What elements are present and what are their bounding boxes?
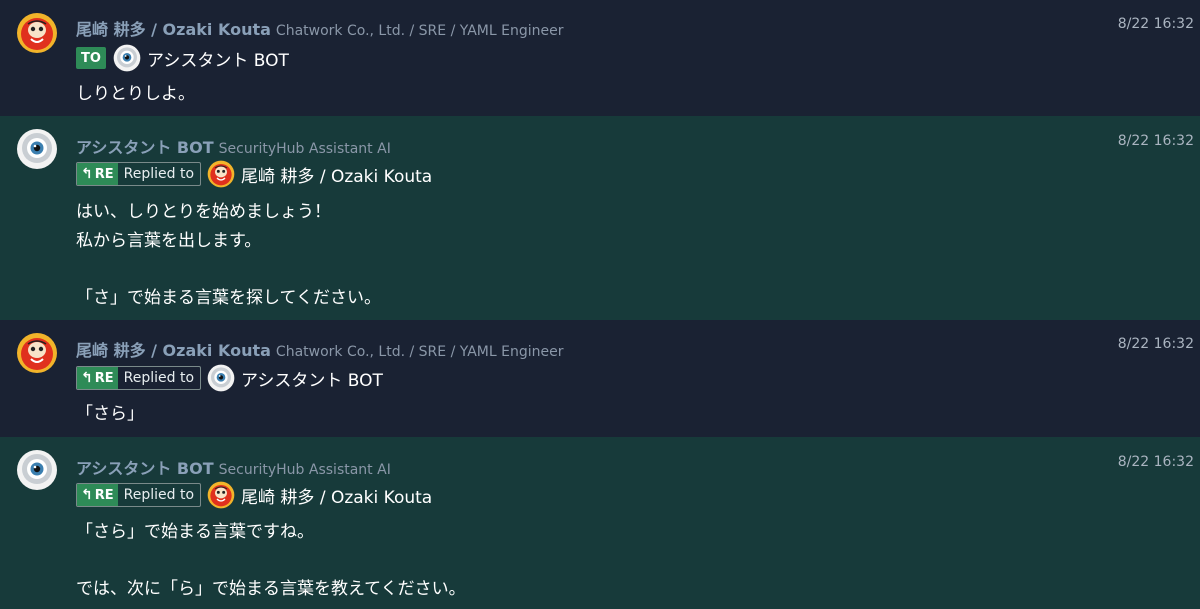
- message-header: アシスタント BOT SecurityHub Assistant AI: [76, 134, 391, 158]
- message-text: 「さら」: [76, 404, 144, 424]
- reply-arrow-icon: ↰: [81, 370, 93, 386]
- timestamp: 8/22 16:32: [1117, 454, 1194, 470]
- message-row: アシスタント BOT SecurityHub Assistant AI 8/22 …: [0, 437, 1200, 609]
- message-text: はい、しりとりを始めましょう！: [76, 202, 331, 222]
- sender-name[interactable]: 尾崎 耕多 / Ozaki Kouta: [76, 341, 271, 360]
- daruma-avatar-icon: [207, 481, 235, 509]
- daruma-avatar-icon[interactable]: [16, 12, 58, 54]
- sender-org: SecurityHub Assistant AI: [218, 141, 391, 157]
- message-row: アシスタント BOT SecurityHub Assistant AI 8/22 …: [0, 116, 1200, 320]
- reply-arrow-icon: ↰: [81, 487, 93, 503]
- to-badge[interactable]: TO: [76, 47, 106, 69]
- reply-target[interactable]: 尾崎 耕多 / Ozaki Kouta: [241, 483, 432, 508]
- re-tag: ↰ RE: [77, 484, 118, 506]
- to-target[interactable]: アシスタント BOT: [147, 46, 289, 71]
- to-line: TO アシスタント BOT: [76, 44, 289, 72]
- message-row: 尾崎 耕多 / Ozaki Kouta Chatwork Co., Ltd. / …: [0, 0, 1200, 116]
- sender-name[interactable]: 尾崎 耕多 / Ozaki Kouta: [76, 20, 271, 39]
- sender-name[interactable]: アシスタント BOT: [76, 459, 214, 478]
- eye-bot-avatar-icon: [207, 364, 235, 392]
- timestamp: 8/22 16:32: [1117, 16, 1194, 32]
- message-header: 尾崎 耕多 / Ozaki Kouta Chatwork Co., Ltd. / …: [76, 16, 563, 40]
- sender-org: Chatwork Co., Ltd. / SRE / YAML Engineer: [275, 344, 564, 360]
- replied-to-label: Replied to: [123, 370, 195, 386]
- eye-bot-avatar-icon[interactable]: [16, 128, 58, 170]
- reply-line: ↰ RE Replied to 尾崎 耕多 / Ozaki Kouta: [76, 481, 432, 509]
- reply-target[interactable]: 尾崎 耕多 / Ozaki Kouta: [241, 162, 432, 187]
- eye-bot-avatar-icon[interactable]: [16, 449, 58, 491]
- daruma-avatar-icon: [207, 160, 235, 188]
- reply-badge[interactable]: ↰ RE Replied to: [76, 366, 202, 390]
- message-header: 尾崎 耕多 / Ozaki Kouta Chatwork Co., Ltd. / …: [76, 337, 563, 361]
- replied-to-label: Replied to: [123, 487, 195, 503]
- daruma-avatar-icon[interactable]: [16, 332, 58, 374]
- re-tag: ↰ RE: [77, 367, 118, 389]
- timestamp: 8/22 16:32: [1117, 336, 1194, 352]
- reply-badge[interactable]: ↰ RE Replied to: [76, 483, 202, 507]
- reply-badge[interactable]: ↰ RE Replied to: [76, 162, 202, 186]
- message-row: 尾崎 耕多 / Ozaki Kouta Chatwork Co., Ltd. / …: [0, 320, 1200, 437]
- replied-to-label: Replied to: [123, 166, 195, 182]
- message-text: 「さら」で始まる言葉ですね。: [76, 522, 314, 542]
- message-text: しりとりしよ。: [76, 84, 195, 104]
- message-text: 私から言葉を出します。: [76, 231, 262, 251]
- sender-org: Chatwork Co., Ltd. / SRE / YAML Engineer: [275, 23, 564, 39]
- reply-arrow-icon: ↰: [81, 166, 93, 182]
- eye-bot-avatar-icon: [113, 44, 141, 72]
- timestamp: 8/22 16:32: [1117, 133, 1194, 149]
- reply-target[interactable]: アシスタント BOT: [241, 366, 383, 391]
- sender-name[interactable]: アシスタント BOT: [76, 138, 214, 157]
- message-header: アシスタント BOT SecurityHub Assistant AI: [76, 455, 391, 479]
- sender-org: SecurityHub Assistant AI: [218, 462, 391, 478]
- reply-line: ↰ RE Replied to アシスタント BOT: [76, 364, 383, 392]
- re-tag: ↰ RE: [77, 163, 118, 185]
- reply-line: ↰ RE Replied to 尾崎 耕多 / Ozaki Kouta: [76, 160, 432, 188]
- message-text: では、次に「ら」で始まる言葉を教えてください。: [76, 579, 466, 599]
- message-text: 「さ」で始まる言葉を探してください。: [76, 288, 381, 308]
